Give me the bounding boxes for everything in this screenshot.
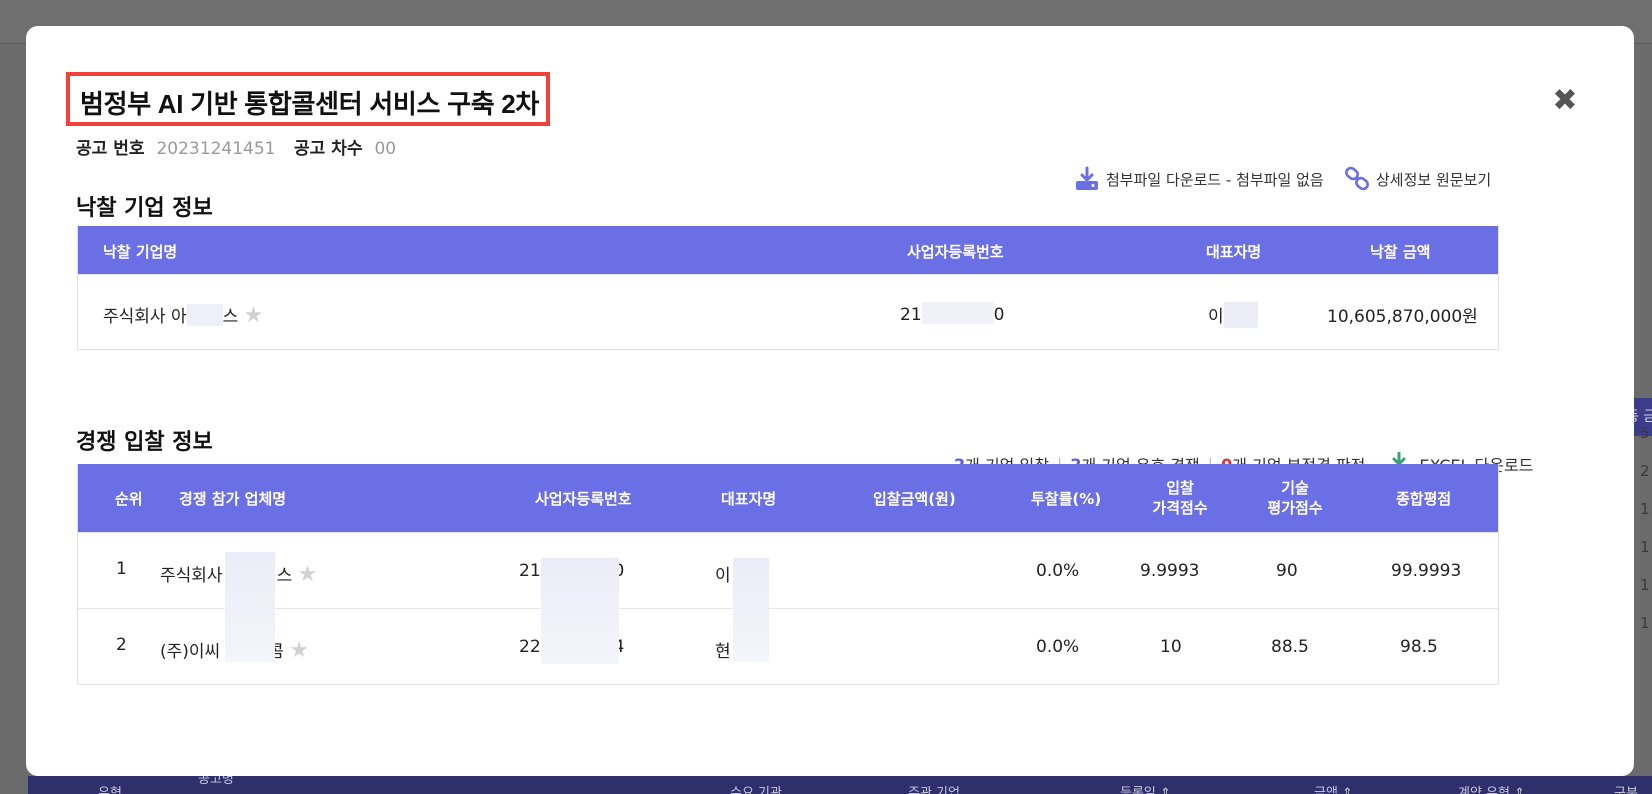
bid-col-rate: 투찰률(%) [1031, 490, 1102, 508]
background-col-type: 유형 [98, 786, 122, 794]
bid-rank: 2 [116, 635, 127, 655]
bidding-table: 순위 경쟁 참가 업체명 사업자등록번호 대표자명 입찰금액(원) 투찰률(%)… [77, 464, 1499, 685]
background-col-company: 주관 기업 [908, 786, 960, 794]
redacted-block [1223, 302, 1258, 328]
bid-col-bizno: 사업자등록번호 [535, 490, 632, 508]
bid-detail-modal: 범정부 AI 기반 통합콜센터 서비스 구축 2차 ✖ 공고 번호 2023124… [26, 26, 1634, 776]
table-row: 주식회사 아 스 ★ 21 0 이 10,605,870,000원 [78, 274, 1498, 349]
winner-col-company: 낙찰 기업명 [103, 243, 178, 261]
background-col-agency: 수요 기관 [730, 786, 782, 794]
bid-col-company: 경쟁 참가 업체명 [179, 490, 287, 508]
bid-ceo: 현 [715, 642, 731, 662]
bid-total: 98.5 [1400, 637, 1438, 657]
bid-col-tech-score-line2: 평가점수 [1267, 499, 1323, 517]
bid-col-amount: 입찰금액(원) [873, 490, 956, 508]
winner-table-header: 낙찰 기업명 사업자등록번호 대표자명 낙찰 금액 [78, 226, 1498, 274]
table-row: 1 주식회사스 ★ 2140 이 0.0% 9.9993 90 99.9993 [78, 532, 1498, 608]
bidding-table-header: 순위 경쟁 참가 업체명 사업자등록번호 대표자명 입찰금액(원) 투찰률(%)… [78, 464, 1498, 532]
bid-col-price-score-line1: 입찰 [1166, 479, 1194, 497]
winner-bizno-suffix: 0 [993, 305, 1005, 325]
background-list-header: 유형 공고명 수요 기관 주관 기업 등록일 ⇕ 금액 ⇕ 계약 유형 ⇕ 구분 [28, 776, 1652, 794]
bid-rate: 0.0% [1036, 561, 1080, 581]
background-cell: 5 [1640, 424, 1650, 442]
redacted-block [733, 558, 769, 662]
bid-company-prefix: 주식회사 [160, 566, 223, 586]
bid-total: 99.9993 [1391, 561, 1462, 581]
notice-number-value: 20231241451 [156, 139, 276, 159]
bid-tech-score: 90 [1276, 561, 1298, 581]
bid-rank: 1 [116, 559, 127, 579]
download-icon [1076, 166, 1098, 190]
bid-price-score: 9.9993 [1140, 561, 1200, 581]
background-cell: 1 [1640, 538, 1650, 556]
bid-col-total: 종합평점 [1396, 490, 1452, 508]
attachment-download-label: 첨부파일 다운로드 - 첨부파일 없음 [1106, 170, 1324, 189]
bid-col-price-score: 입찰 가격점수 [1140, 478, 1220, 518]
winner-col-amount: 낙찰 금액 [1370, 243, 1431, 261]
winner-section-title: 낙찰 기업 정보 [76, 196, 213, 221]
winner-col-ceo: 대표자명 [1206, 243, 1262, 261]
background-cell: 1 [1640, 500, 1650, 518]
bid-col-rank: 순위 [115, 490, 143, 508]
bid-rate: 0.0% [1036, 637, 1080, 657]
bid-tech-score: 88.5 [1271, 637, 1309, 657]
bid-company-suffix: 스 [276, 566, 293, 586]
attachment-download-link[interactable]: 첨부파일 다운로드 - 첨부파일 없음 [1074, 166, 1324, 192]
redacted-block [541, 558, 619, 664]
bid-col-price-score-line2: 가격점수 [1152, 499, 1208, 517]
bid-col-ceo: 대표자명 [721, 490, 777, 508]
detail-original-link[interactable]: 상세정보 원문보기 [1344, 166, 1491, 192]
notice-number: 공고 번호 20231241451 [76, 134, 275, 159]
background-cell: 1 [1640, 614, 1650, 632]
background-col-amount[interactable]: 금액 ⇕ [1314, 782, 1353, 794]
bid-col-tech-score-line1: 기술 [1281, 479, 1309, 497]
winner-bizno-prefix: 21 [900, 305, 922, 325]
redacted-block [186, 304, 223, 326]
bid-col-tech-score: 기술 평가점수 [1255, 478, 1335, 518]
link-icon [1345, 166, 1369, 191]
background-col-date[interactable]: 등록일 ⇕ [1120, 782, 1171, 794]
bidding-section-title: 경쟁 입찰 정보 [76, 430, 213, 455]
redacted-block [921, 302, 994, 324]
notice-round: 공고 차수 00 [294, 134, 396, 159]
winner-ceo-prefix: 이 [1208, 307, 1224, 327]
background-col-title: 공고명 [198, 776, 234, 787]
notice-number-label: 공고 번호 [76, 139, 145, 159]
redacted-block [225, 552, 275, 662]
favorite-star-icon[interactable]: ★ [289, 638, 309, 663]
background-cell: 1 [1640, 576, 1650, 594]
winner-bizno: 21 0 [900, 302, 1004, 325]
notice-round-value: 00 [374, 139, 397, 159]
table-row: 2 (주)이씨콤 ★ 2204 현 0.0% 10 88.5 98.5 [78, 608, 1498, 684]
notice-round-label: 공고 차수 [294, 139, 363, 159]
bid-company-prefix: (주)이씨 [160, 642, 221, 662]
winner-company-prefix: 주식회사 아 [103, 307, 187, 327]
winner-table: 낙찰 기업명 사업자등록번호 대표자명 낙찰 금액 주식회사 아 스 ★ 21 0 … [77, 226, 1499, 350]
winner-company-name: 주식회사 아 스 ★ [103, 302, 263, 328]
close-icon[interactable]: ✖ [1550, 86, 1580, 116]
background-cell: 2 [1640, 462, 1650, 480]
background-col-contract[interactable]: 계약 유형 ⇕ [1458, 782, 1525, 794]
bid-ceo: 이 [715, 566, 731, 586]
winner-ceo: 이 [1208, 302, 1258, 328]
favorite-star-icon[interactable]: ★ [298, 562, 318, 587]
favorite-star-icon[interactable]: ★ [244, 303, 264, 328]
bid-price-score: 10 [1160, 637, 1182, 657]
detail-original-label: 상세정보 원문보기 [1376, 170, 1492, 189]
winner-amount: 10,605,870,000원 [1327, 307, 1478, 327]
background-col-kind: 구분 [1614, 786, 1638, 794]
winner-company-suffix: 스 [222, 307, 239, 327]
winner-col-bizno: 사업자등록번호 [907, 243, 1004, 261]
modal-title: 범정부 AI 기반 통합콜센터 서비스 구축 2차 [80, 89, 540, 119]
